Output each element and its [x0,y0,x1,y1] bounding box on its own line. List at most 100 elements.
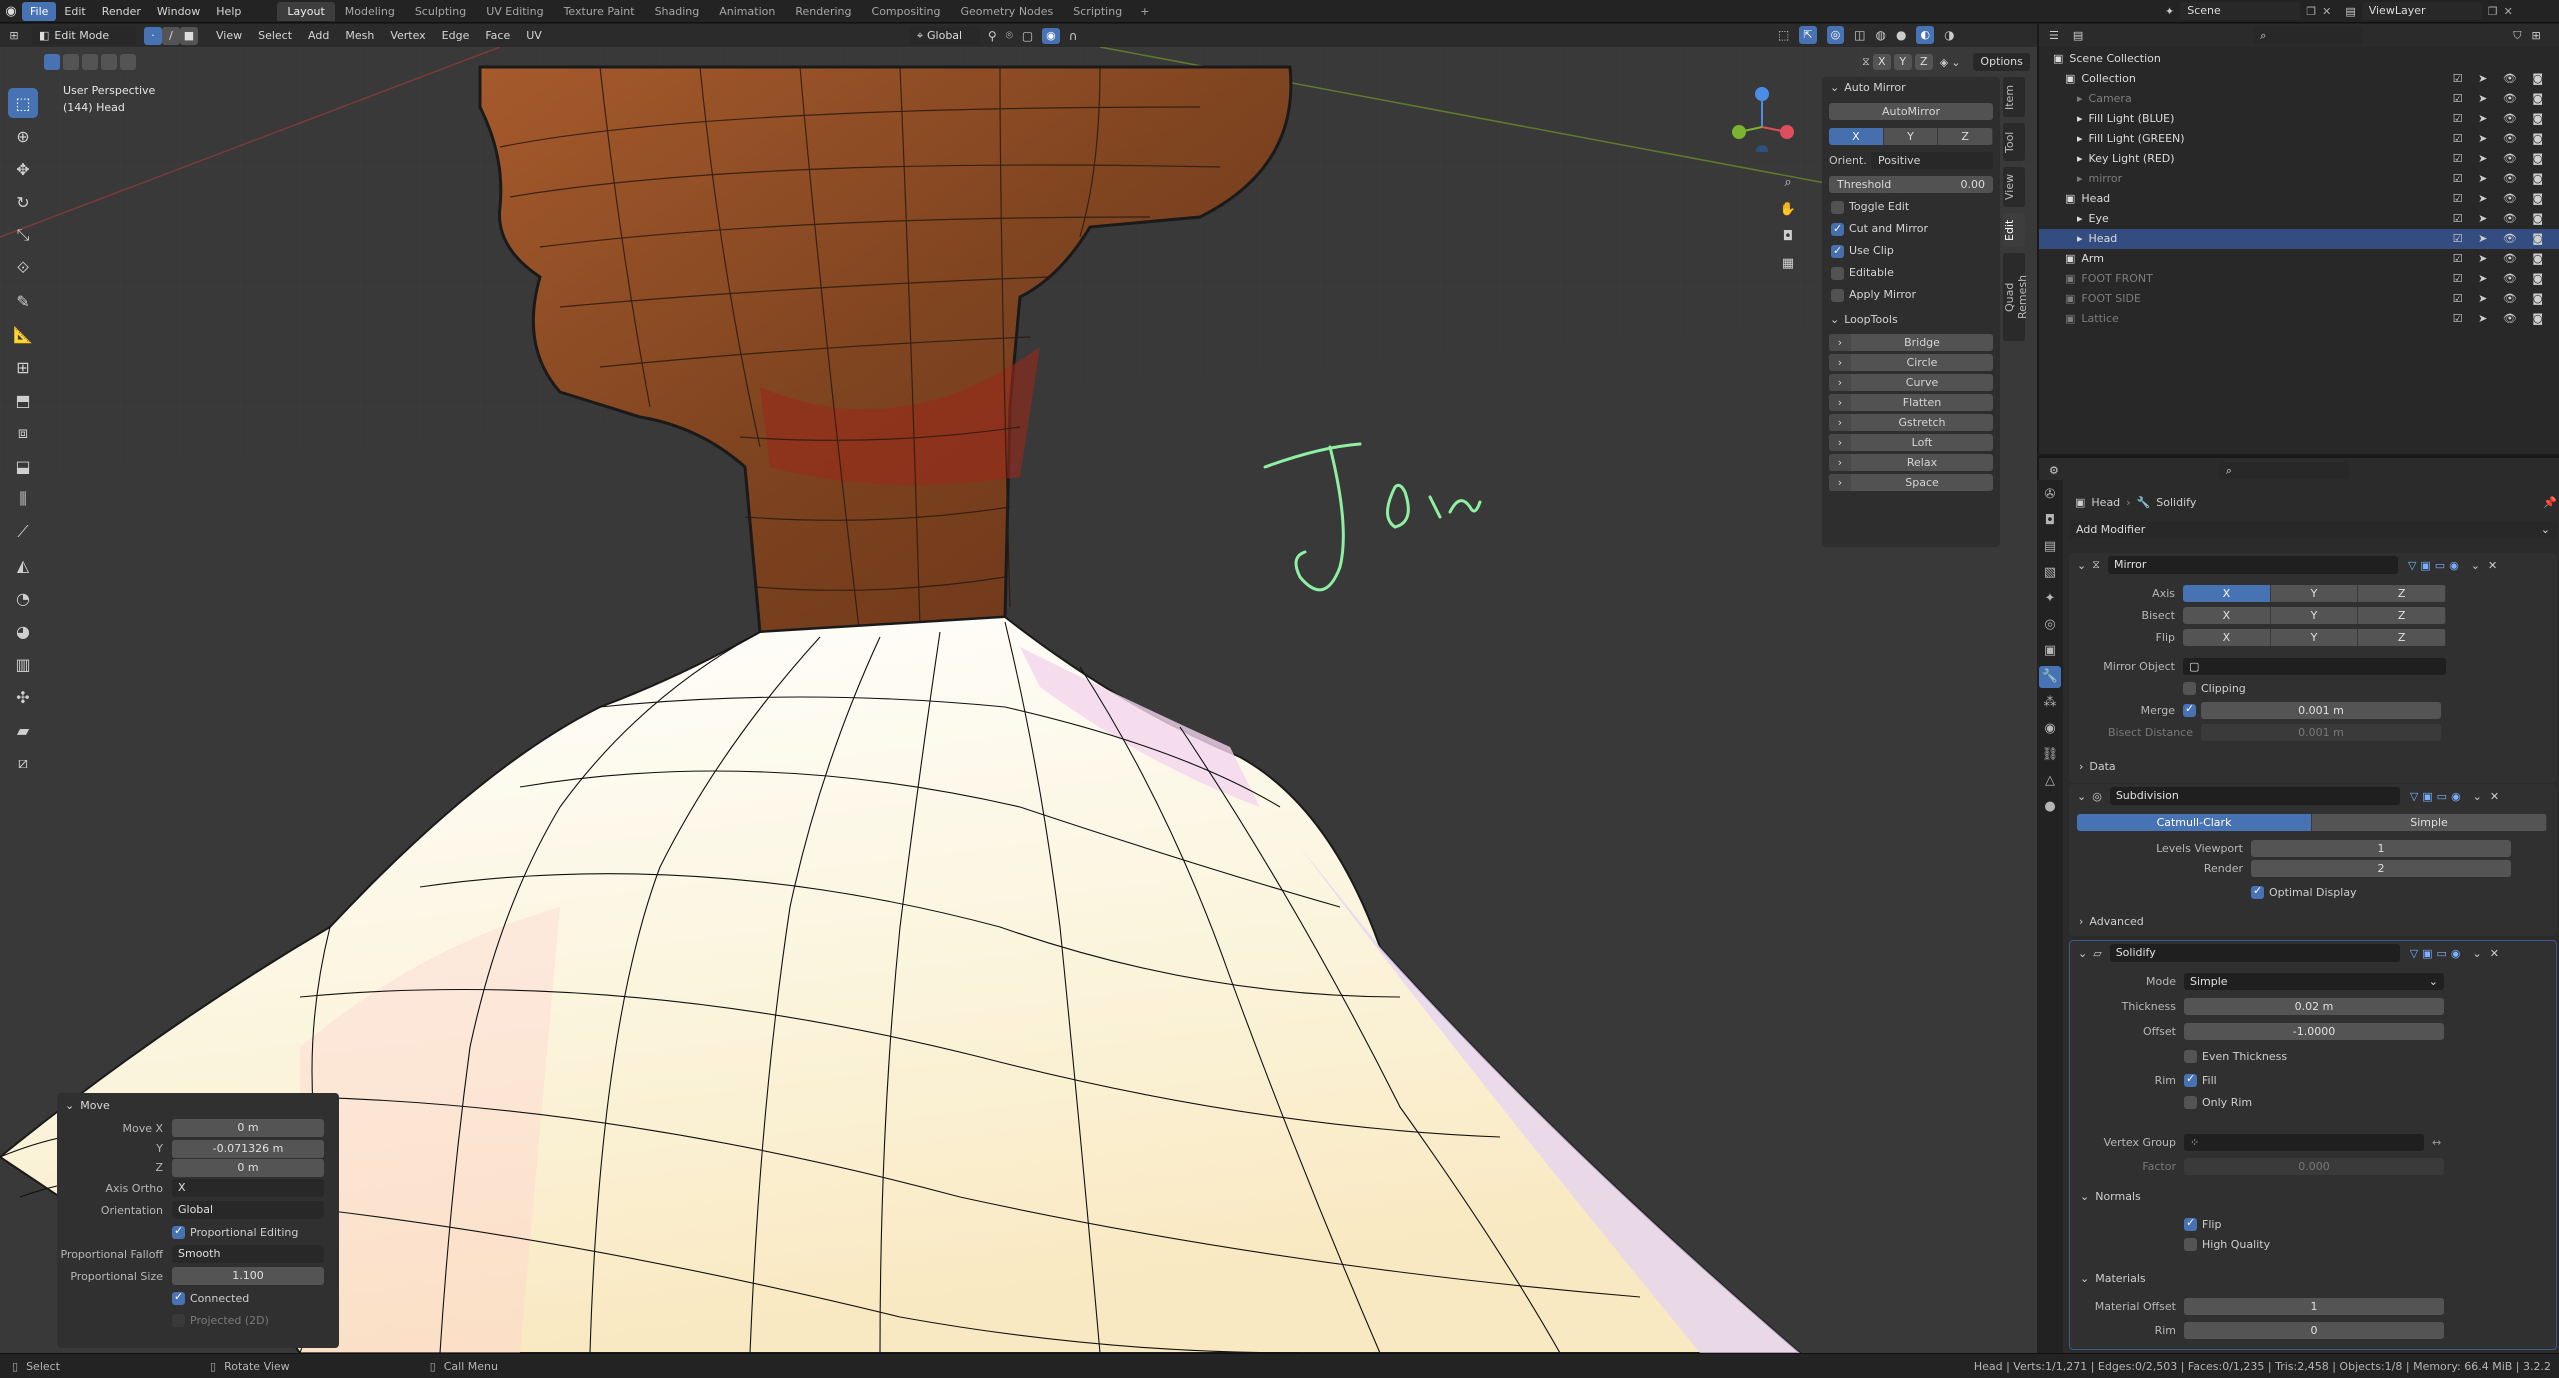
view-layer-tab-icon[interactable]: ▧ [2039,562,2061,584]
tab-shading[interactable]: Shading [645,2,710,21]
close-icon[interactable]: ✕ [2490,790,2499,803]
visibility-toggle-icons[interactable]: ☑ ➤ 👁 ◙ [2453,69,2549,89]
bisect-z[interactable]: Z [2358,606,2446,624]
menu-select[interactable]: Select [250,26,300,45]
copy-icon[interactable]: ❐ [2306,5,2316,18]
snap-icon[interactable]: ⌾ [1006,28,1013,43]
tab-edit[interactable]: Edit [2003,213,2025,247]
close-icon[interactable]: ✕ [2490,947,2499,960]
measure-tool-icon[interactable]: 📐 [8,319,38,349]
close-icon[interactable]: ✕ [2322,5,2331,18]
select-intersect-icon[interactable] [101,54,117,70]
visibility-toggle-icons[interactable]: ☑ ➤ 👁 ◙ [2453,229,2549,249]
outliner-row[interactable]: ▣ Lattice ☑ ➤ 👁 ◙ [2039,309,2559,329]
visibility-toggle-icons[interactable]: ☑ ➤ 👁 ◙ [2453,149,2549,169]
proportional-falloff-dropdown[interactable]: Smooth [172,1245,324,1263]
menu-help[interactable]: Help [208,2,249,21]
output-tab-icon[interactable]: ▤ [2039,536,2061,558]
pan-hand-icon[interactable]: ✋ [1776,197,1800,221]
outliner-row[interactable]: ▸ Camera ☑ ➤ 👁 ◙ [2039,89,2559,109]
apply-mirror-checkbox[interactable]: Apply Mirror [1831,287,1991,303]
mirror-y-button[interactable]: Y [1893,54,1912,70]
outliner-row[interactable]: ▣ Collection ☑ ➤ 👁 ◙ [2039,69,2559,89]
visibility-toggle-icons[interactable]: ☑ ➤ 👁 ◙ [2453,189,2549,209]
mirror-axis-x[interactable]: X [2183,584,2271,602]
editor-type-icon[interactable]: ⊞ [0,29,28,42]
menu-edit[interactable]: Edit [56,2,93,21]
use-clip-checkbox[interactable]: Use Clip [1831,243,1991,259]
outliner-row[interactable]: ▸ Eye ☑ ➤ 👁 ◙ [2039,209,2559,229]
looptools-gstretch[interactable]: › Gstretch [1829,414,1993,431]
solidify-modifier-header[interactable]: ⌄ ▱ Solidify ▽▣▭◉ ⌄ ✕ [2070,941,2556,965]
visibility-toggle-icons[interactable]: ☑ ➤ 👁 ◙ [2453,209,2549,229]
outliner-row[interactable]: ▸ Head ☑ ➤ 👁 ◙ [2039,229,2559,249]
menu-render[interactable]: Render [94,2,149,21]
render-tab-icon[interactable]: ◘ [2039,510,2061,532]
menu-mesh[interactable]: Mesh [337,26,382,45]
solid-shading-icon[interactable]: ● [1896,28,1906,42]
pivot-icon[interactable]: ⚲ [988,29,997,43]
fill-checkbox[interactable] [2184,1072,2197,1087]
normals-subpanel-header[interactable]: ⌄ Normals [2080,1187,2141,1205]
looptools-space[interactable]: › Space [1829,474,1993,491]
looptools-bridge[interactable]: › Bridge [1829,334,1993,351]
scale-tool-icon[interactable]: ⤡ [8,220,38,250]
select-invert-icon[interactable] [120,54,136,70]
wireframe-shading-icon[interactable]: ◍ [1876,28,1886,42]
outliner-row[interactable]: ▸ mirror ☑ ➤ 👁 ◙ [2039,169,2559,189]
chevron-down-icon[interactable]: ⌄ [2473,790,2482,803]
offset-field[interactable]: -1.0000 [2184,1022,2444,1040]
modifier-visibility-icons[interactable]: ▽▣▭◉ [2408,559,2463,572]
modifier-visibility-icons[interactable]: ▽▣▭◉ [2410,790,2465,803]
mirror-z-button[interactable]: Z [1914,54,1933,70]
select-box-tool-icon[interactable]: ⬚ [8,88,38,118]
material-offset-field[interactable]: 1 [2184,1297,2444,1315]
mirror-modifier-name[interactable]: Mirror [2107,556,2398,574]
outliner-row[interactable]: ▣ FOOT FRONT ☑ ➤ 👁 ◙ [2039,269,2559,289]
scene-tab-icon[interactable]: ✦ [2039,588,2061,610]
automirror-axis-x[interactable]: X [1829,128,1884,145]
tab-modeling[interactable]: Modeling [335,2,405,21]
transform-tool-icon[interactable]: ⟐ [8,253,38,283]
flip-z[interactable]: Z [2358,628,2446,646]
visibility-icon[interactable]: ⬚ [1778,28,1789,42]
menu-edge[interactable]: Edge [434,26,478,45]
visibility-toggle-icons[interactable]: ☑ ➤ 👁 ◙ [2453,169,2549,189]
move-panel-header[interactable]: ⌄ Move [57,1093,339,1117]
looptools-section-header[interactable]: ⌄ LoopTools [1822,309,2000,331]
xray-icon[interactable]: ◫ [1854,28,1865,42]
close-icon[interactable]: ✕ [2504,5,2513,18]
menu-face[interactable]: Face [477,26,518,45]
move-x-field[interactable]: 0 m [172,1119,324,1137]
overlay-toggle-icon[interactable]: ◎ [1826,26,1845,44]
automirror-axis-y[interactable]: Y [1883,128,1939,145]
pin-icon[interactable]: 📌 [2543,496,2557,509]
tab-animation[interactable]: Animation [709,2,785,21]
transform-orientation-selector[interactable]: ⌖ Global [909,26,980,45]
simple-button[interactable]: Simple [2312,814,2547,831]
options-dropdown[interactable]: Options [1973,53,2030,71]
mode-dropdown[interactable]: Simple ⌄ [2184,972,2444,990]
copy-icon[interactable]: ❐ [2488,5,2498,18]
chevron-down-icon[interactable]: ⌄ [1951,56,1960,69]
tab-view[interactable]: View [2003,167,2025,207]
outliner-row[interactable]: ▸ Fill Light (BLUE) ☑ ➤ 👁 ◙ [2039,109,2559,129]
extrude-tool-icon[interactable]: ⬒ [8,385,38,415]
material-tab-icon[interactable]: ● [2039,796,2061,818]
grid-icon[interactable]: ▦ [1776,251,1800,275]
connected-checkbox[interactable] [172,1290,185,1305]
bevel-tool-icon[interactable]: ⬓ [8,451,38,481]
visibility-toggle-icons[interactable]: ☑ ➤ 👁 ◙ [2453,249,2549,269]
visibility-toggle-icons[interactable]: ☑ ➤ 👁 ◙ [2453,289,2549,309]
bisect-distance-field[interactable]: 0.001 m [2201,723,2441,741]
shrink-fatten-tool-icon[interactable]: ✣ [8,682,38,712]
mirror-modifier-header[interactable]: ⌄ ⧖ Mirror ▽▣▭◉ ⌄ ✕ [2069,553,2557,577]
filter-icon[interactable]: ⛉ [2513,29,2521,43]
tab-sculpting[interactable]: Sculpting [405,2,476,21]
new-collection-icon[interactable]: ⊞ [2532,29,2541,42]
optimal-display-checkbox[interactable] [2251,884,2264,899]
zoom-icon[interactable]: ⌕ [1776,170,1800,194]
visibility-toggle-icons[interactable]: ☑ ➤ 👁 ◙ [2453,89,2549,109]
inset-tool-icon[interactable]: ⧈ [8,418,38,448]
projected-checkbox[interactable] [172,1313,185,1327]
